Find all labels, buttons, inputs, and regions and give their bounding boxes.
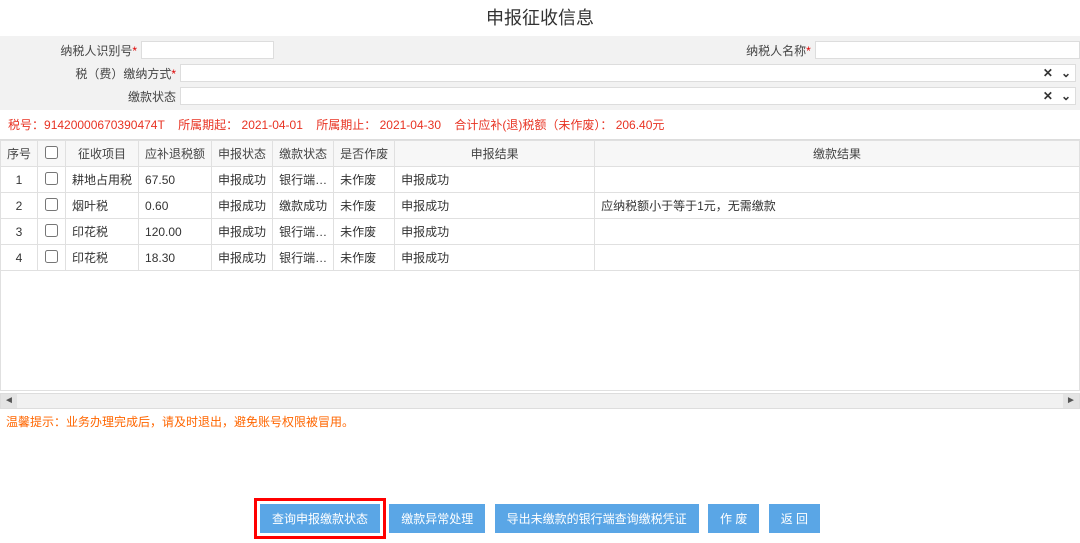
col-checkbox — [38, 141, 66, 167]
cell-checkbox — [38, 245, 66, 271]
query-status-button[interactable]: 查询申报缴款状态 — [260, 504, 380, 533]
col-jk-status: 缴款状态 — [273, 141, 334, 167]
chevron-down-icon[interactable]: ⌄ — [1061, 89, 1071, 103]
cell-sb-status: 申报成功 — [212, 219, 273, 245]
warning-tip: 温馨提示：业务办理完成后，请及时退出，避免账号权限被冒用。 — [0, 409, 1080, 434]
table-row: 1耕地占用税67.50申报成功银行端…未作废申报成功 — [1, 167, 1080, 193]
cell-sb-result: 申报成功 — [395, 167, 595, 193]
pay-method-label: 税（费）缴纳方式* — [0, 65, 180, 82]
col-amount: 应补退税额 — [139, 141, 212, 167]
cell-sb-status: 申报成功 — [212, 245, 273, 271]
pay-status-select[interactable]: ✕ ⌄ — [180, 87, 1076, 105]
payment-exception-button[interactable]: 缴款异常处理 — [389, 504, 485, 533]
col-sb-result: 申报结果 — [395, 141, 595, 167]
cell-amount: 18.30 — [139, 245, 212, 271]
cell-amount: 67.50 — [139, 167, 212, 193]
table-row: 4印花税18.30申报成功银行端…未作废申报成功 — [1, 245, 1080, 271]
summary-line: 税号：91420000670390474T 所属期起： 2021-04-01 所… — [0, 110, 1080, 139]
form-area: 纳税人识别号* 纳税人名称* 税（费）缴纳方式* ✕ ⌄ 缴款状态 ✕ ⌄ — [0, 36, 1080, 110]
cell-item: 耕地占用税 — [66, 167, 139, 193]
cell-jk-status: 银行端… — [273, 167, 334, 193]
action-bar: 查询申报缴款状态 缴款异常处理 导出未缴款的银行端查询缴税凭证 作 废 返 回 — [0, 434, 1080, 543]
table-header-row: 序号 征收项目 应补退税额 申报状态 缴款状态 是否作废 申报结果 缴款结果 — [1, 141, 1080, 167]
cell-jk-result — [595, 167, 1080, 193]
col-sb-status: 申报状态 — [212, 141, 273, 167]
row-checkbox[interactable] — [45, 198, 58, 211]
clear-icon[interactable]: ✕ — [1043, 89, 1053, 103]
row-checkbox[interactable] — [45, 172, 58, 185]
cell-item: 印花税 — [66, 245, 139, 271]
cell-sb-status: 申报成功 — [212, 193, 273, 219]
cell-checkbox — [38, 167, 66, 193]
cell-jk-result: 应纳税额小于等于1元，无需缴款 — [595, 193, 1080, 219]
cell-item: 印花税 — [66, 219, 139, 245]
pay-status-label: 缴款状态 — [0, 88, 180, 105]
table-empty-space — [0, 271, 1080, 391]
cell-amount: 0.60 — [139, 193, 212, 219]
void-button[interactable]: 作 废 — [708, 504, 759, 533]
chevron-down-icon[interactable]: ⌄ — [1061, 66, 1071, 80]
cell-voided: 未作废 — [334, 219, 395, 245]
table-row: 2烟叶税0.60申报成功缴款成功未作废申报成功应纳税额小于等于1元，无需缴款 — [1, 193, 1080, 219]
cell-voided: 未作废 — [334, 167, 395, 193]
page-title: 申报征收信息 — [0, 0, 1080, 36]
back-button[interactable]: 返 回 — [769, 504, 820, 533]
cell-sb-result: 申报成功 — [395, 219, 595, 245]
cell-jk-status: 缴款成功 — [273, 193, 334, 219]
cell-jk-result — [595, 219, 1080, 245]
taxpayer-name-label: 纳税人名称* — [744, 42, 815, 59]
cell-jk-status: 银行端… — [273, 245, 334, 271]
taxpayer-id-label: 纳税人识别号* — [0, 42, 141, 59]
table-row: 3印花税120.00申报成功银行端…未作废申报成功 — [1, 219, 1080, 245]
cell-amount: 120.00 — [139, 219, 212, 245]
col-item: 征收项目 — [66, 141, 139, 167]
scroll-right-icon[interactable]: ► — [1063, 394, 1079, 408]
cell-seq: 2 — [1, 193, 38, 219]
select-all-checkbox[interactable] — [45, 146, 58, 159]
row-checkbox[interactable] — [45, 250, 58, 263]
cell-seq: 3 — [1, 219, 38, 245]
cell-voided: 未作废 — [334, 193, 395, 219]
cell-checkbox — [38, 193, 66, 219]
horizontal-scrollbar[interactable]: ◄ ► — [0, 393, 1080, 409]
cell-item: 烟叶税 — [66, 193, 139, 219]
cell-voided: 未作废 — [334, 245, 395, 271]
scroll-left-icon[interactable]: ◄ — [1, 394, 17, 408]
data-table: 序号 征收项目 应补退税额 申报状态 缴款状态 是否作废 申报结果 缴款结果 1… — [0, 139, 1080, 391]
cell-seq: 4 — [1, 245, 38, 271]
taxpayer-name-field[interactable] — [815, 41, 1080, 59]
col-seq: 序号 — [1, 141, 38, 167]
col-voided: 是否作废 — [334, 141, 395, 167]
clear-icon[interactable]: ✕ — [1043, 66, 1053, 80]
pay-method-select[interactable]: ✕ ⌄ — [180, 64, 1076, 82]
row-checkbox[interactable] — [45, 224, 58, 237]
cell-sb-status: 申报成功 — [212, 167, 273, 193]
cell-sb-result: 申报成功 — [395, 245, 595, 271]
col-jk-result: 缴款结果 — [595, 141, 1080, 167]
cell-sb-result: 申报成功 — [395, 193, 595, 219]
taxpayer-id-field[interactable] — [141, 41, 274, 59]
cell-jk-result — [595, 245, 1080, 271]
cell-jk-status: 银行端… — [273, 219, 334, 245]
cell-seq: 1 — [1, 167, 38, 193]
export-voucher-button[interactable]: 导出未缴款的银行端查询缴税凭证 — [495, 504, 699, 533]
cell-checkbox — [38, 219, 66, 245]
